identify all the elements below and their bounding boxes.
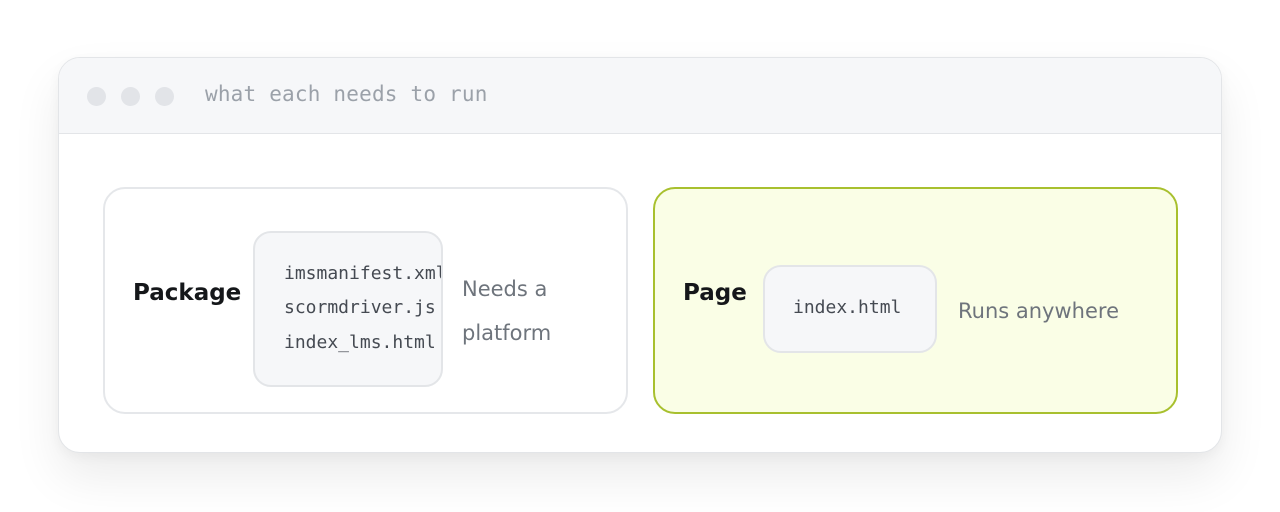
package-file-3: index_lms.html (284, 332, 436, 353)
window-dot-1 (87, 87, 106, 106)
package-card: Package imsmanifest.xml scormdriver.js i… (103, 187, 628, 414)
page-file-1: index.html (793, 297, 902, 318)
package-description: Needs a platform (462, 267, 551, 355)
window-dot-2 (121, 87, 140, 106)
package-file-2: scormdriver.js (284, 297, 436, 318)
window-titlebar: what each needs to run (59, 58, 1221, 134)
page-description: Runs anywhere (958, 299, 1119, 323)
package-description-line-2: platform (462, 321, 552, 345)
page-card: Page index.html Runs anywhere (653, 187, 1178, 414)
window-title: what each needs to run (205, 82, 488, 106)
package-label: Package (133, 280, 242, 306)
package-file-1: imsmanifest.xml (284, 263, 443, 284)
package-file-list: imsmanifest.xml scormdriver.js index_lms… (253, 231, 443, 387)
window-dot-3 (155, 87, 174, 106)
package-description-line-1: Needs a (462, 277, 548, 301)
page-label: Page (683, 280, 747, 306)
diagram-window: what each needs to run Package imsmanife… (58, 57, 1222, 453)
page-file-list: index.html (763, 265, 937, 353)
